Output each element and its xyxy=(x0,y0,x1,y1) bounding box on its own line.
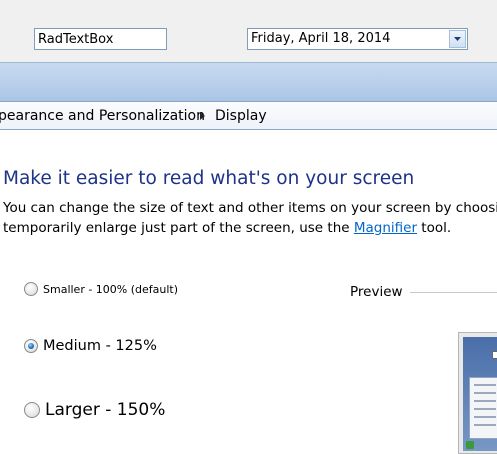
description: You can change the size of text and othe… xyxy=(3,198,497,238)
preview-line xyxy=(474,416,496,418)
magnifier-link[interactable]: Magnifier xyxy=(354,220,417,236)
preview-line xyxy=(474,400,496,402)
rad-textbox[interactable] xyxy=(34,28,167,50)
radio-larger[interactable] xyxy=(24,402,40,418)
preview-maximize-icon xyxy=(492,351,497,359)
date-picker-value: Friday, April 18, 2014 xyxy=(251,31,391,46)
preview-line xyxy=(474,384,496,386)
option-larger-label: Larger - 150% xyxy=(45,400,166,420)
radio-smaller[interactable] xyxy=(24,282,38,296)
preview-start-icon xyxy=(466,441,474,449)
breadcrumb-item-appearance[interactable]: pearance and Personalization xyxy=(0,108,205,124)
option-smaller-label: Smaller - 100% (default) xyxy=(43,282,179,296)
option-larger[interactable]: Larger - 150% xyxy=(24,400,165,420)
preview-line xyxy=(474,408,496,410)
triangle-right-icon[interactable] xyxy=(200,112,205,120)
window-chrome xyxy=(0,62,497,101)
screen: Friday, April 18, 2014 pearance and Pers… xyxy=(0,0,497,454)
preview-thumbnail xyxy=(458,332,497,454)
option-smaller[interactable]: Smaller - 100% (default) xyxy=(24,282,178,296)
breadcrumb-item-display[interactable]: Display xyxy=(215,108,267,124)
option-medium-label: Medium - 125% xyxy=(43,338,157,354)
date-picker-dropdown-button[interactable] xyxy=(449,30,466,48)
preview-line xyxy=(474,424,496,426)
preview-desktop xyxy=(463,337,497,451)
description-text: temporarily enlarge just part of the scr… xyxy=(3,220,354,236)
description-line-2: temporarily enlarge just part of the scr… xyxy=(3,218,497,238)
preview-window xyxy=(469,377,497,439)
date-picker[interactable]: Friday, April 18, 2014 xyxy=(247,28,468,50)
description-line-1: You can change the size of text and othe… xyxy=(3,200,497,216)
breadcrumb: pearance and Personalization Display xyxy=(0,101,497,130)
preview-label: Preview xyxy=(350,284,403,300)
preview-line xyxy=(474,392,496,394)
option-medium[interactable]: Medium - 125% xyxy=(24,338,157,354)
description-text-end: tool. xyxy=(417,220,452,236)
radio-medium[interactable] xyxy=(24,339,38,353)
preview-divider xyxy=(410,292,497,293)
chevron-down-icon xyxy=(454,37,461,41)
demo-toolbar: Friday, April 18, 2014 xyxy=(0,0,497,62)
page-title: Make it easier to read what's on your sc… xyxy=(3,168,415,189)
